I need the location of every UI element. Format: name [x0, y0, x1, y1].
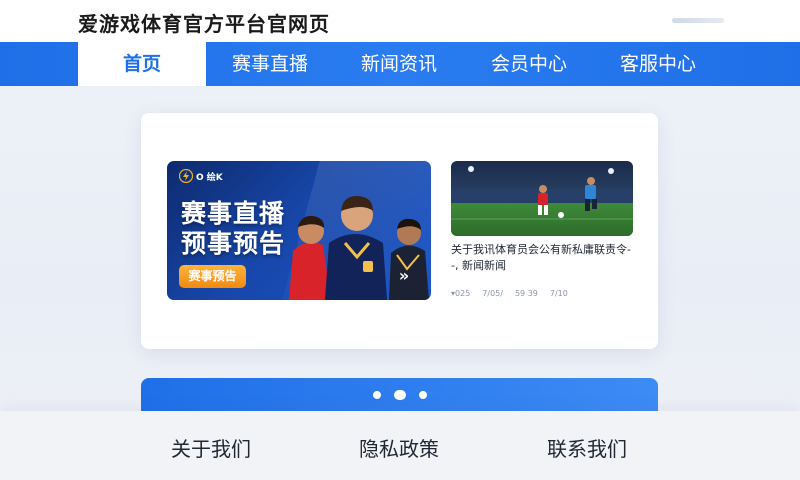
news-title: 关于我讯体育员会公有新私庸联责令--, 新闻新闻 — [451, 243, 631, 272]
main-nav: 首页 赛事直播 新闻资讯 会员中心 客服中心 — [0, 42, 800, 86]
news-meta-value: 59 39 — [514, 289, 538, 298]
lightning-logo-icon — [179, 169, 193, 183]
promo-banner[interactable]: O 绘K 赛事直播 预事预告 赛事预告 » — [167, 161, 431, 300]
news-item[interactable]: 关于我讯体育员会公有新私庸联责令--, 新闻新闻 ▾025 7/05/ 59 3… — [451, 161, 633, 300]
carousel-dot-active[interactable] — [394, 390, 406, 400]
stadium-image — [451, 161, 633, 236]
carousel-dot[interactable] — [373, 391, 381, 399]
nav-item-home[interactable]: 首页 — [78, 42, 206, 86]
news-meta-value: 7/10 — [549, 289, 568, 298]
site-title: 爱游戏体育官方平台官网页 — [78, 12, 330, 36]
top-header: 爱游戏体育官方平台官网页 — [0, 0, 800, 42]
footer: 关于我们 隐私政策 联系我们 — [0, 411, 800, 480]
footer-link-privacy[interactable]: 隐私政策 — [359, 433, 439, 462]
header-decoration — [672, 18, 724, 23]
footer-link-contact[interactable]: 联系我们 — [547, 433, 627, 462]
double-chevron-right-icon[interactable]: » — [395, 267, 413, 285]
banner-logo: O 绘K — [179, 169, 223, 183]
news-meta-value: 7/05/ — [482, 289, 503, 298]
news-thumbnail — [451, 161, 633, 236]
banner-logo-text: O 绘K — [196, 172, 223, 183]
carousel-dot[interactable] — [419, 391, 427, 399]
banner-subheadline: 预事预告 — [181, 229, 286, 258]
nav-item-service[interactable]: 客服中心 — [594, 42, 722, 86]
nav-item-member[interactable]: 会员中心 — [464, 42, 594, 86]
content-card: O 绘K 赛事直播 预事预告 赛事预告 » 关于我讯体育员会公有新私庸联责令--… — [141, 113, 658, 349]
preview-button[interactable]: 赛事预告 — [179, 265, 246, 288]
nav-item-news[interactable]: 新闻资讯 — [334, 42, 464, 86]
news-meta: ▾025 7/05/ 59 39 7/10 — [451, 289, 633, 298]
footer-link-about[interactable]: 关于我们 — [171, 433, 251, 462]
nav-item-live[interactable]: 赛事直播 — [206, 42, 334, 86]
news-meta-value: ▾025 — [451, 289, 471, 298]
